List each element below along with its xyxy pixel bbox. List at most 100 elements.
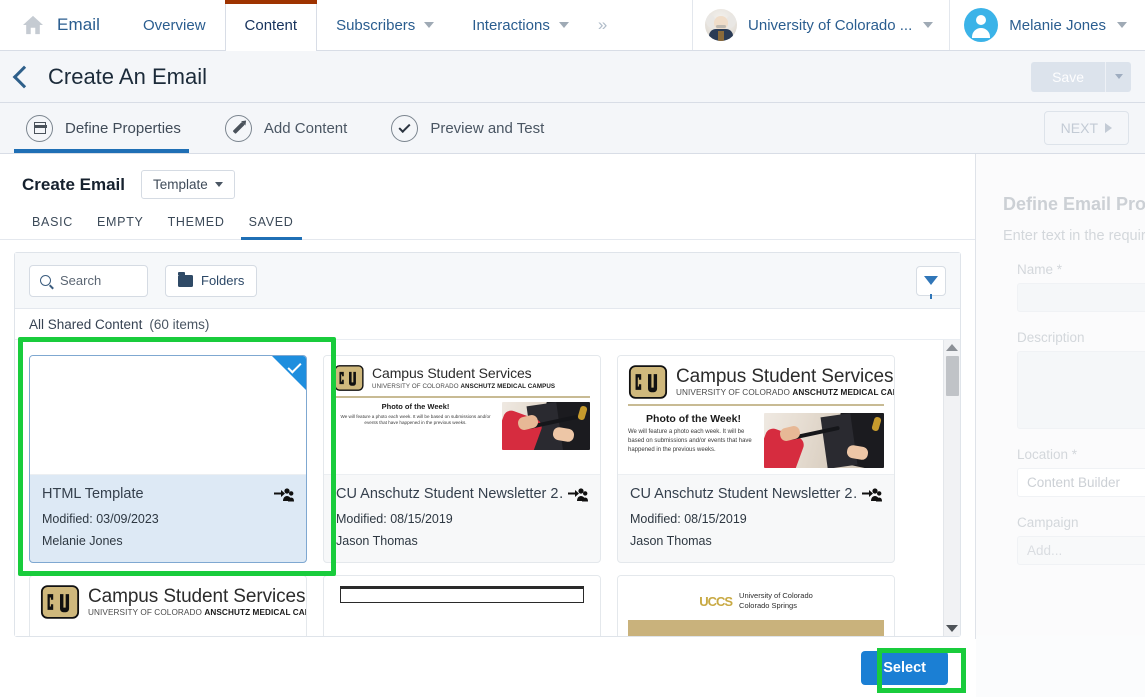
- select-button[interactable]: Select: [861, 651, 948, 685]
- cu-header: Campus Student Services UNIVERSITY OF CO…: [628, 365, 894, 399]
- photo-of-week-blurb: We will feature a photo each week. It wi…: [340, 413, 491, 426]
- search-placeholder: Search: [60, 273, 102, 288]
- user-menu[interactable]: Melanie Jones: [949, 0, 1145, 50]
- graduation-photo: [502, 401, 590, 450]
- nav-right-group: University of Colorado ... Melanie Jones: [692, 0, 1145, 50]
- uccs-brand-text: University of Colorado Colorado Springs: [739, 591, 813, 611]
- chevron-down-icon: [923, 22, 934, 28]
- org-switcher[interactable]: University of Colorado ...: [692, 0, 949, 50]
- nav-overflow-icon[interactable]: »: [588, 0, 621, 50]
- user-name: Melanie Jones: [1009, 16, 1106, 34]
- cu-brand-subtitle: UNIVERSITY OF COLORADO ANSCHUTZ MEDICAL …: [88, 608, 306, 618]
- chevron-down-icon: [558, 22, 569, 28]
- card-modified-date: Modified: 08/15/2019: [630, 512, 747, 526]
- cu-header: Campus Student Services UNIVERSITY OF CO…: [334, 365, 590, 391]
- scroll-up-arrow-icon[interactable]: [946, 344, 958, 351]
- shared-users-icon: [862, 487, 882, 501]
- nav-item-label: Overview: [143, 16, 206, 34]
- card-slot: HTML Template Modified: 03/09/2023 Melan…: [21, 349, 315, 569]
- back-chevron-icon[interactable]: [12, 65, 36, 88]
- cu-brand-subtitle: UNIVERSITY OF COLORADO ANSCHUTZ MEDICAL …: [372, 382, 556, 390]
- content-cards-area: HTML Template Modified: 03/09/2023 Melan…: [15, 340, 960, 636]
- description-field: [1017, 351, 1145, 429]
- uccs-logo-icon: UCCS: [699, 593, 733, 609]
- nav-item-content[interactable]: Content: [224, 0, 318, 51]
- cu-brand-title: Campus Student Services: [88, 585, 306, 607]
- name-field-label: Name *: [1017, 262, 1063, 277]
- card-slot: Campus Student Services UNIVERSITY OF CO…: [315, 349, 609, 569]
- step-define-properties[interactable]: Define Properties: [0, 103, 203, 153]
- shared-users-icon: [568, 487, 588, 501]
- nav-item-label: Subscribers: [336, 16, 416, 34]
- breadcrumb-count: (60 items): [149, 316, 210, 332]
- cu-brand-subtitle: UNIVERSITY OF COLORADO ANSCHUTZ MEDICAL …: [676, 388, 894, 398]
- top-navigation-bar: Email Overview Content Subscribers Inter…: [0, 0, 1145, 51]
- content-card-row2-3[interactable]: UCCS University of Colorado Colorado Spr…: [617, 575, 895, 636]
- card-title-row: CU Anschutz Student Newsletter 2…: [336, 486, 588, 502]
- title-actions: Save: [1031, 61, 1145, 92]
- chevron-down-icon: [1117, 22, 1127, 28]
- step-add-content[interactable]: Add Content: [203, 103, 369, 153]
- content-card-cu-newsletter-2[interactable]: Campus Student Services UNIVERSITY OF CO…: [617, 355, 895, 563]
- home-icon: [23, 15, 43, 35]
- location-field: Content Builder: [1017, 468, 1145, 497]
- search-input[interactable]: Search: [29, 264, 148, 297]
- step-label: Define Properties: [65, 119, 181, 137]
- scroll-down-arrow-icon[interactable]: [946, 625, 958, 632]
- uccs-gold-band: [628, 620, 884, 636]
- card-thumbnail: Campus Student Services UNIVERSITY OF CO…: [324, 356, 600, 475]
- cu-newsletter-art: Campus Student Services UNIVERSITY OF CO…: [30, 576, 306, 636]
- template-dropdown-button[interactable]: Template: [141, 170, 235, 199]
- tab-themed[interactable]: THEMED: [156, 213, 237, 239]
- content-card-html-template[interactable]: HTML Template Modified: 03/09/2023 Melan…: [29, 355, 307, 563]
- content-card-row2-2[interactable]: [323, 575, 601, 636]
- cu-logo-icon: [40, 585, 80, 619]
- cu-newsletter-art: Campus Student Services UNIVERSITY OF CO…: [324, 356, 600, 474]
- filter-funnel-icon: [924, 276, 938, 299]
- campaign-field: Add...: [1017, 536, 1145, 565]
- check-circle-icon: [391, 114, 419, 142]
- define-email-properties-panel: Define Email Prop Enter text in the requ…: [975, 154, 1145, 697]
- card-slot: Campus Student Services UNIVERSITY OF CO…: [21, 569, 315, 636]
- nav-item-subscribers[interactable]: Subscribers: [317, 0, 453, 50]
- app-root: Email Overview Content Subscribers Inter…: [0, 0, 1145, 697]
- save-button[interactable]: Save: [1031, 61, 1105, 92]
- card-owner: Jason Thomas: [336, 534, 418, 548]
- blank-doc-art: [324, 576, 600, 636]
- scrollbar-thumb[interactable]: [945, 356, 959, 396]
- nav-item-label: Interactions: [472, 16, 550, 34]
- content-card-row2-1[interactable]: Campus Student Services UNIVERSITY OF CO…: [29, 575, 307, 636]
- content-card-cu-newsletter-1[interactable]: Campus Student Services UNIVERSITY OF CO…: [323, 355, 601, 563]
- next-button-label: NEXT: [1060, 120, 1098, 136]
- page-title: Create An Email: [48, 63, 207, 89]
- nav-item-interactions[interactable]: Interactions: [453, 0, 588, 50]
- save-dropdown-button[interactable]: [1105, 61, 1131, 92]
- card-title: CU Anschutz Student Newsletter 2…: [630, 486, 856, 502]
- tab-empty[interactable]: EMPTY: [85, 213, 156, 239]
- card-title-row: HTML Template: [42, 486, 294, 502]
- card-thumbnail: Campus Student Services UNIVERSITY OF CO…: [30, 576, 306, 636]
- chevron-down-icon: [424, 22, 435, 28]
- card-meta: HTML Template Modified: 03/09/2023 Melan…: [30, 475, 306, 562]
- next-button[interactable]: NEXT: [1043, 111, 1129, 145]
- step-preview-and-test[interactable]: Preview and Test: [369, 103, 566, 153]
- folders-button[interactable]: Folders: [165, 264, 258, 297]
- card-meta: CU Anschutz Student Newsletter 2… Modifi…: [618, 475, 894, 562]
- card-modified-date: Modified: 03/09/2023: [42, 512, 159, 526]
- breadcrumb-path: All Shared Content: [29, 316, 143, 332]
- nav-item-overview[interactable]: Overview: [124, 0, 225, 50]
- content-scrollbar[interactable]: [943, 340, 960, 636]
- cu-body: Photo of the Week! We will feature a pho…: [334, 401, 590, 450]
- tab-basic[interactable]: BASIC: [20, 213, 85, 239]
- tab-saved[interactable]: SAVED: [237, 213, 306, 240]
- card-slot: [315, 569, 609, 636]
- card-thumbnail: Campus Student Services UNIVERSITY OF CO…: [618, 356, 894, 475]
- nav-home-app[interactable]: Email: [0, 0, 124, 50]
- play-arrow-icon: [1105, 123, 1112, 133]
- filter-button[interactable]: [916, 265, 946, 299]
- photo-of-week-heading: Photo of the Week!: [646, 412, 741, 425]
- step-label: Add Content: [263, 119, 348, 137]
- card-meta: CU Anschutz Student Newsletter 2… Modifi…: [324, 475, 600, 562]
- cu-newsletter-art: Campus Student Services UNIVERSITY OF CO…: [618, 356, 894, 474]
- card-title: HTML Template: [42, 486, 144, 502]
